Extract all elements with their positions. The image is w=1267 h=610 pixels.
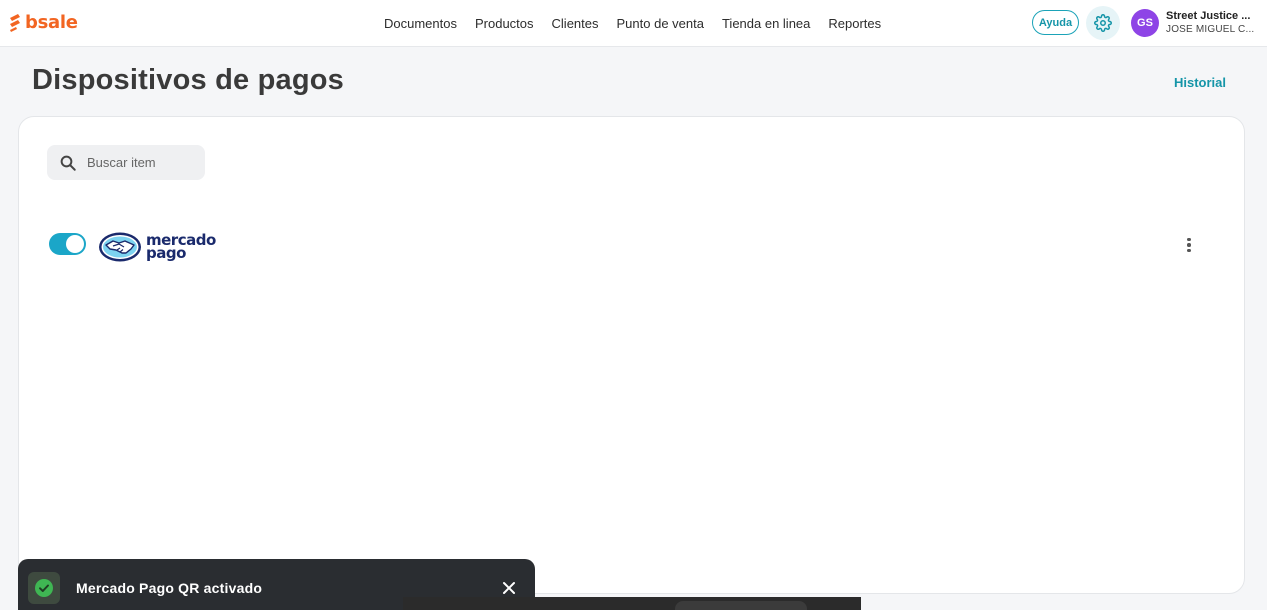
settings-button[interactable] (1086, 6, 1120, 40)
top-header: bsale Documentos Productos Clientes Punt… (0, 0, 1267, 47)
nav-punto-de-venta[interactable]: Punto de venta (617, 16, 704, 31)
toast-status-icon-wrap (28, 572, 60, 604)
gear-icon (1094, 14, 1112, 32)
user-avatar[interactable]: GS (1131, 9, 1159, 37)
account-user-name: JOSE MIGUEL C... (1166, 24, 1255, 35)
toast-message: Mercado Pago QR activado (76, 580, 263, 596)
help-button[interactable]: Ayuda (1032, 10, 1079, 35)
bsale-wordmark: bsale (25, 11, 78, 33)
check-circle-icon (35, 579, 53, 597)
bottom-overlay-bar (403, 597, 861, 610)
bsale-logo[interactable]: bsale (8, 11, 78, 33)
kebab-dot (1187, 237, 1191, 242)
mercado-pago-logo: mercado pago (98, 229, 216, 265)
search-box[interactable] (47, 145, 205, 180)
close-icon[interactable] (500, 579, 518, 597)
bottom-overlay-pill (675, 601, 807, 610)
search-input[interactable] (87, 145, 199, 180)
page-title: Dispositivos de pagos (32, 64, 344, 96)
nav-reportes[interactable]: Reportes (828, 16, 881, 31)
toggle-knob (66, 235, 84, 253)
search-icon (60, 155, 76, 171)
history-link[interactable]: Historial (1174, 75, 1226, 90)
devices-card: mercado pago (18, 116, 1245, 594)
device-row-mercado-pago: mercado pago (49, 225, 1209, 265)
nav-clientes[interactable]: Clientes (552, 16, 599, 31)
nav-productos[interactable]: Productos (475, 16, 534, 31)
device-enabled-toggle[interactable] (49, 233, 86, 255)
bsale-logo-icon (10, 14, 20, 32)
kebab-dot (1187, 248, 1191, 253)
main-nav: Documentos Productos Clientes Punto de v… (384, 0, 881, 47)
nav-tienda-en-linea[interactable]: Tienda en linea (722, 16, 810, 31)
kebab-dot (1187, 243, 1191, 247)
account-menu[interactable]: Street Justice ... JOSE MIGUEL C... (1166, 9, 1258, 37)
more-options-icon[interactable] (1179, 233, 1199, 257)
account-company-name: Street Justice ... (1166, 10, 1251, 22)
nav-documentos[interactable]: Documentos (384, 16, 457, 31)
mercado-pago-wordmark: mercado pago (146, 233, 216, 261)
handshake-icon (99, 232, 141, 262)
